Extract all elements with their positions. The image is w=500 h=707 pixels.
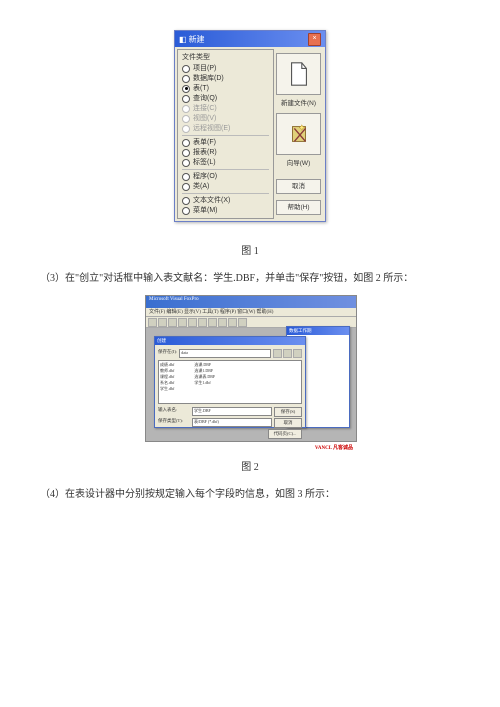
- paragraph-step-3: （3）在"创立"对话框中输入表文献名：学生.DBF，并单击"保存"按钮，如图 2…: [40, 269, 460, 289]
- help-button[interactable]: 帮助(H): [276, 200, 321, 215]
- folder-select[interactable]: data: [179, 349, 271, 358]
- radio-report[interactable]: 报表(R): [182, 148, 269, 157]
- radio-connection: 连接(C): [182, 104, 269, 113]
- app-menubar[interactable]: 文件(F) 编辑(E) 显示(V) 工具(T) 程序(P) 窗口(W) 帮助(H…: [146, 308, 356, 317]
- save-in-label: 保存在(I):: [158, 349, 177, 358]
- radio-form[interactable]: 表单(F): [182, 138, 269, 147]
- close-icon[interactable]: ×: [308, 33, 321, 46]
- filename-label: 输入表名:: [158, 407, 190, 417]
- wizard-button[interactable]: [276, 113, 321, 155]
- dialog-titlebar[interactable]: ◧ 新建 ×: [175, 31, 325, 47]
- up-folder-icon[interactable]: [273, 349, 282, 358]
- paragraph-step-4: （4）在表设计器中分别按规定输入每个字段旳信息，如图 3 所示：: [40, 485, 460, 505]
- wizard-label: 向导(W): [276, 157, 321, 167]
- tool-icon[interactable]: [228, 318, 237, 327]
- list-item: 学生1.dbf: [194, 380, 215, 386]
- vfp-app-screenshot: Microsoft Visual FoxPro 文件(F) 编辑(E) 显示(V…: [145, 295, 357, 442]
- tool-icon[interactable]: [188, 318, 197, 327]
- filetype-label: 保存类型(T):: [158, 418, 190, 428]
- new-file-button[interactable]: [276, 53, 321, 95]
- tool-icon[interactable]: [178, 318, 187, 327]
- radio-menu[interactable]: 菜单(M): [182, 206, 269, 215]
- list-item: 学生.dbf: [160, 386, 174, 392]
- new-file-label: 新建文件(N): [276, 97, 321, 107]
- document-icon: [288, 61, 310, 87]
- wizard-icon: [288, 121, 310, 147]
- save-button[interactable]: 保存(S): [274, 407, 302, 417]
- app-titlebar: Microsoft Visual FoxPro: [146, 296, 356, 308]
- tool-icon[interactable]: [158, 318, 167, 327]
- tool-icon[interactable]: [198, 318, 207, 327]
- radio-program[interactable]: 程序(O): [182, 172, 269, 181]
- cancel-button[interactable]: 取消: [274, 418, 302, 428]
- radio-table[interactable]: 表(T): [182, 84, 269, 93]
- data-session-title: 数据工作期: [287, 327, 349, 335]
- radio-query[interactable]: 查询(Q): [182, 94, 269, 103]
- filetype-select[interactable]: 表/DBF (*.dbf): [192, 418, 272, 427]
- tool-icon[interactable]: [238, 318, 247, 327]
- create-title: 创建: [155, 337, 305, 345]
- create-dialog: 创建 保存在(I): data 成绩.dbf: [154, 336, 306, 428]
- panel-label: 文件类型: [182, 52, 269, 62]
- watermark: VANCL 凡客诚品: [313, 444, 355, 451]
- app-icon: ◧: [179, 35, 187, 44]
- cancel-button[interactable]: 取消: [276, 179, 321, 194]
- view-icon[interactable]: [293, 349, 302, 358]
- tool-icon[interactable]: [148, 318, 157, 327]
- radio-class[interactable]: 类(A): [182, 182, 269, 191]
- dialog-title: 新建: [189, 34, 205, 45]
- file-type-panel: 文件类型 项目(P) 数据库(D) 表(T) 查询(Q) 连接(C) 视图(V)…: [177, 49, 274, 219]
- new-file-dialog: ◧ 新建 × 文件类型 项目(P) 数据库(D) 表(T) 查询(Q) 连接(C…: [174, 30, 326, 222]
- tool-icon[interactable]: [168, 318, 177, 327]
- radio-database[interactable]: 数据库(D): [182, 74, 269, 83]
- codepage-button[interactable]: 代码页(C)...: [268, 429, 302, 439]
- tool-icon[interactable]: [208, 318, 217, 327]
- radio-view: 视图(V): [182, 114, 269, 123]
- radio-label[interactable]: 标签(L): [182, 158, 269, 167]
- tool-icon[interactable]: [218, 318, 227, 327]
- radio-text[interactable]: 文本文件(X): [182, 196, 269, 205]
- filename-input[interactable]: 学生.DBF: [192, 407, 272, 416]
- file-list[interactable]: 成绩.dbf 教师.dbf 课程.dbf 系名.dbf 学生.dbf 选课.DB…: [158, 360, 302, 404]
- radio-remote-view: 远程视图(E): [182, 124, 269, 133]
- figure-1-caption: 图 1: [40, 242, 460, 257]
- figure-2-caption: 图 2: [40, 458, 460, 473]
- radio-project[interactable]: 项目(P): [182, 64, 269, 73]
- new-folder-icon[interactable]: [283, 349, 292, 358]
